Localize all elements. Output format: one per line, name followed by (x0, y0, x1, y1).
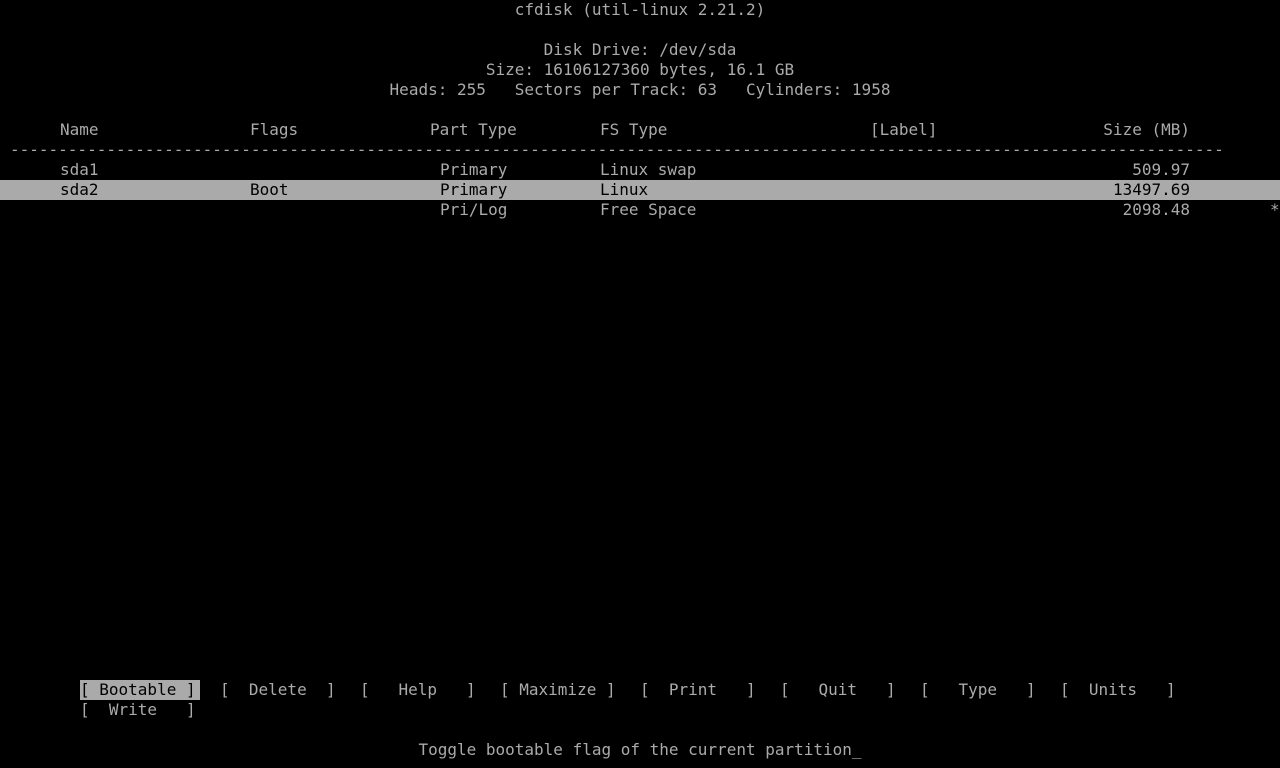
column-header-fs-type: FS Type (600, 120, 668, 139)
partition-marker: * (1270, 200, 1280, 219)
partition-name: sda1 (60, 160, 99, 179)
print-button[interactable]: [ Print ] (640, 680, 760, 700)
column-header-part-type: Part Type (430, 120, 517, 139)
disk-drive: Disk Drive: /dev/sda (543, 40, 737, 59)
partition-fs-type: Free Space (600, 200, 697, 219)
partition-size: 13497.69 (1112, 180, 1190, 199)
partition-size: 2098.48 (1122, 200, 1190, 219)
partition-row[interactable]: sda1 Primary Linux swap 509.97 (0, 160, 1280, 180)
partition-row[interactable]: Pri/Log Free Space 2098.48 * (0, 200, 1280, 220)
disk-geometry: Heads: 255 Sectors per Track: 63 Cylinde… (389, 80, 891, 99)
write-button[interactable]: [ Write ] (80, 700, 200, 720)
partition-part-type: Pri/Log (440, 200, 508, 219)
partition-part-type: Primary (440, 180, 508, 199)
app-title: cfdisk (util-linux 2.21.2) (514, 0, 766, 19)
partition-name: sda2 (60, 180, 99, 199)
table-separator: ----------------------------------------… (10, 140, 1224, 159)
status-message: Toggle bootable flag of the current part… (418, 740, 852, 759)
quit-button[interactable]: [ Quit ] (780, 680, 900, 700)
column-header-size: Size (MB) (1103, 120, 1190, 139)
units-button[interactable]: [ Units ] (1060, 680, 1180, 700)
bootable-button[interactable]: [ Bootable ] (80, 680, 200, 700)
partition-fs-type: Linux (600, 180, 649, 199)
column-header-name: Name (60, 120, 99, 139)
table-header: Name Flags Part Type FS Type [Label] Siz… (0, 120, 1280, 140)
column-header-flags: Flags (250, 120, 299, 139)
help-button[interactable]: [ Help ] (360, 680, 480, 700)
partition-row[interactable]: sda2 Boot Primary Linux 13497.69 (0, 180, 1280, 200)
status-line: Toggle bootable flag of the current part… (0, 740, 1280, 760)
partition-fs-type: Linux swap (600, 160, 697, 179)
disk-size: Size: 16106127360 bytes, 16.1 GB (485, 60, 795, 79)
partition-flags: Boot (250, 180, 289, 199)
maximize-button[interactable]: [ Maximize ] (500, 680, 620, 700)
type-button[interactable]: [ Type ] (920, 680, 1040, 700)
partition-size: 509.97 (1132, 160, 1190, 179)
text-cursor: _ (851, 740, 862, 759)
column-header-label: [Label] (870, 120, 938, 139)
delete-button[interactable]: [ Delete ] (220, 680, 340, 700)
partition-part-type: Primary (440, 160, 508, 179)
